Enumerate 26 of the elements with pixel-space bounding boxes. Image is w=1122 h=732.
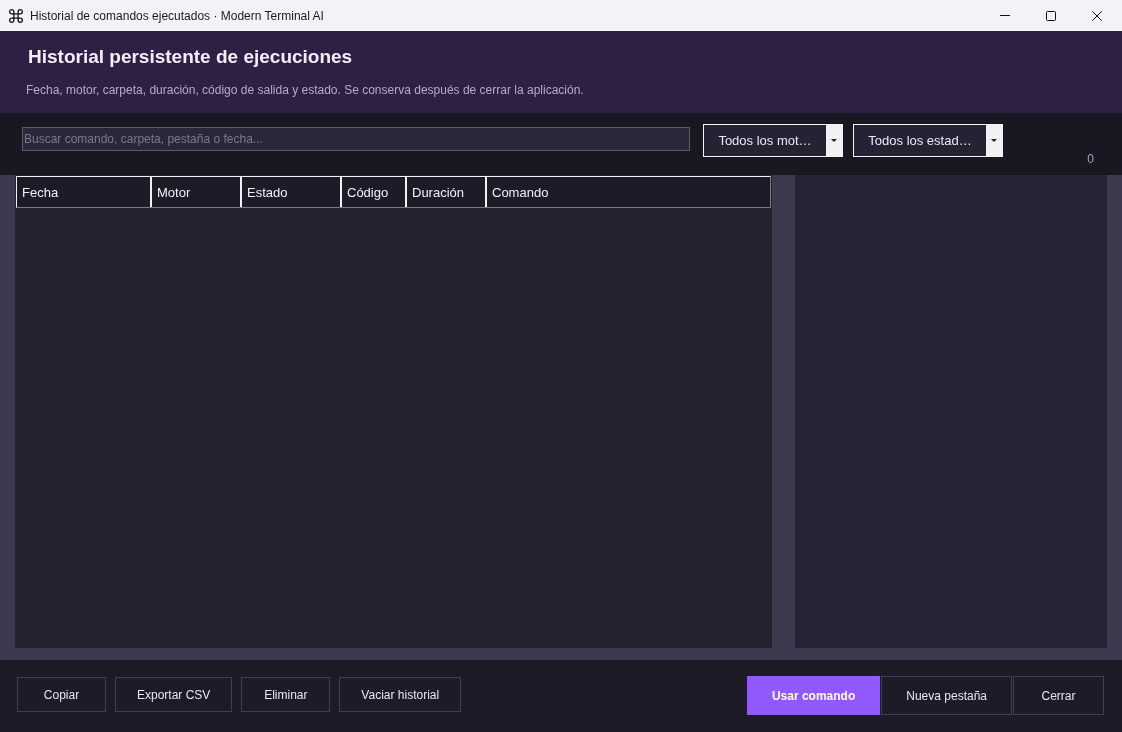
- column-header[interactable]: Duración: [407, 177, 487, 207]
- action-button[interactable]: Copiar: [17, 677, 106, 712]
- action-button[interactable]: Vaciar historial: [339, 677, 462, 712]
- search-field[interactable]: Buscar comando, carpeta, pestaña o fecha...: [22, 127, 690, 151]
- minimize-icon: [1000, 15, 1010, 16]
- maximize-icon: [1046, 10, 1056, 21]
- action-button[interactable]: Exportar CSV: [115, 677, 233, 712]
- page-description: Fecha, motor, carpeta, duración, código de salida y estado. Se conserva después de cerrar la aplicación.: [26, 82, 585, 98]
- action-button[interactable]: Cerrar: [1013, 676, 1104, 715]
- window-title: Historial de comandos ejecutados · Modern Terminal AI: [30, 8, 324, 23]
- action-button[interactable]: Nueva pestaña: [881, 676, 1012, 715]
- page-heading: Historial persistente de ejecuciones: [27, 45, 354, 69]
- close-icon: [1092, 10, 1102, 21]
- column-header[interactable]: Fecha: [17, 177, 152, 207]
- filter-dropdown[interactable]: Todos los estad…: [853, 124, 1003, 157]
- column-header[interactable]: Estado: [242, 177, 342, 207]
- column-header[interactable]: Comando: [487, 177, 770, 207]
- column-header[interactable]: Motor: [152, 177, 242, 207]
- action-button[interactable]: Eliminar: [241, 677, 331, 712]
- caret-icon: [986, 125, 1002, 156]
- caret-icon: [826, 125, 842, 156]
- command-key-icon: [9, 8, 23, 23]
- action-button[interactable]: Usar comando: [746, 676, 881, 715]
- filter-dropdown[interactable]: Todos los mot…: [703, 124, 843, 157]
- result-count: 0: [1087, 152, 1094, 166]
- column-header[interactable]: Código: [342, 177, 407, 207]
